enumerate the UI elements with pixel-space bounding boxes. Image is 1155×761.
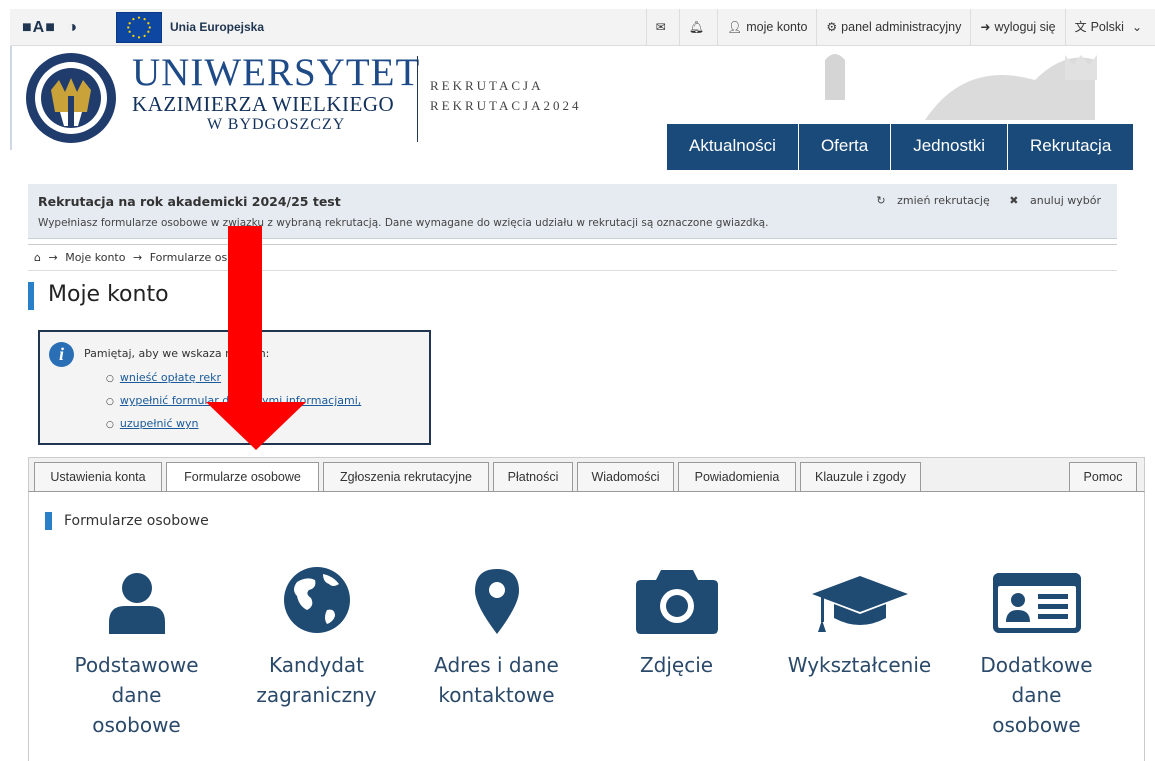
tile-label-line: dane xyxy=(1011,683,1062,707)
tile-education[interactable]: Wykształcenie xyxy=(772,552,947,680)
bell-icon: 🔔︎ xyxy=(688,20,705,34)
tab-applications[interactable]: Zgłoszenia rekrutacyjne xyxy=(323,462,489,492)
tile-address-contact[interactable]: Adres i dane kontaktowe xyxy=(409,552,584,710)
top-links: ✉ 🔔︎ 👤︎ moje konto ⚙ panel administracyjny… xyxy=(645,9,1155,46)
logout-icon: ➜ xyxy=(980,20,991,34)
admin-label: panel administracyjny xyxy=(841,20,962,34)
page-title: Moje konto xyxy=(28,282,169,310)
tab-account-settings[interactable]: Ustawienia konta xyxy=(34,462,162,492)
logout-link[interactable]: ➜ wyloguj się xyxy=(970,9,1064,46)
user-small-icon: 👤︎ xyxy=(727,20,743,34)
recruitment-heading: REKRUTACJA REKRUTACJA2024 xyxy=(430,76,581,116)
info-icon: i xyxy=(49,342,74,367)
tile-label-line: osobowe xyxy=(92,713,181,737)
refresh-icon: ↻ xyxy=(876,194,890,207)
tab-clauses[interactable]: Klauzule i zgody xyxy=(800,462,921,492)
language-select[interactable]: 文 Polski ⌄ xyxy=(1064,9,1155,46)
map-marker-icon xyxy=(474,569,519,634)
tab-personal-forms[interactable]: Formularze osobowe xyxy=(166,462,319,493)
decorative-crest-icon xyxy=(825,54,1097,120)
tile-foreign-candidate[interactable]: Kandydat zagraniczny xyxy=(229,552,404,710)
tile-additional-personal-data[interactable]: Dodatkowe dane osobowe xyxy=(949,552,1124,740)
accessibility-controls: ■A■ ◑ xyxy=(22,19,84,37)
contrast-toggle-icon[interactable]: ◑ xyxy=(67,19,78,36)
breadcrumb-arrow-icon: → xyxy=(48,251,58,264)
home-icon[interactable]: ⌂ xyxy=(34,251,41,264)
section-title: Formularze osobowe xyxy=(45,512,209,530)
close-icon: ✖ xyxy=(1009,194,1022,207)
tile-label-line: Zdjęcie xyxy=(639,653,714,677)
tile-label-line: osobowe xyxy=(992,713,1081,737)
account-link[interactable]: 👤︎ moje konto xyxy=(717,9,816,46)
annotation-arrow-icon xyxy=(206,226,306,450)
envelope-icon: ✉ xyxy=(655,20,666,34)
globe-icon xyxy=(283,567,350,633)
cancel-selection-label: anuluj wybór xyxy=(1029,194,1101,207)
nav-item-rekrutacja[interactable]: Rekrutacja xyxy=(1008,124,1135,170)
notice-link-results[interactable]: uzupełnić wyn xyxy=(120,417,199,430)
tile-label-line: Kandydat xyxy=(268,653,365,677)
font-size-control[interactable]: ■A■ xyxy=(22,19,56,36)
breadcrumb-item-account[interactable]: Moje konto xyxy=(65,251,125,264)
recruitment-info-box: Rekrutacja na rok akademicki 2024/25 tes… xyxy=(28,184,1117,239)
tile-basic-personal-data[interactable]: Podstawowe dane osobowe xyxy=(49,552,224,740)
tile-label-line: Dodatkowe xyxy=(980,653,1093,677)
tile-label-line: zagraniczny xyxy=(256,683,377,707)
forms-panel: Formularze osobowe Podstawowe dane osobo… xyxy=(28,491,1145,761)
breadcrumb: ⌂ → Moje konto → Formularze os xyxy=(28,244,1117,271)
messages-link[interactable]: ✉ xyxy=(645,9,679,46)
admin-panel-link[interactable]: ⚙ panel administracyjny xyxy=(816,9,970,46)
recruitment-description: Wypełniasz formularze osobowe w związku … xyxy=(38,217,769,229)
tile-label-line: Podstawowe xyxy=(74,653,199,677)
tab-payments[interactable]: Płatności xyxy=(493,462,573,492)
top-bar: ■A■ ◑ Unia Europejska ✉ 🔔︎ 👤︎ moje konto … xyxy=(10,9,1155,46)
main-navigation: Aktualności Oferta Jednostki Rekrutacja xyxy=(667,124,1135,170)
cancel-selection-link[interactable]: ✖ anuluj wybór xyxy=(1001,194,1101,207)
chevron-down-icon: ⌄ xyxy=(1131,20,1142,34)
breadcrumb-arrow-icon: → xyxy=(132,251,143,264)
tile-photo[interactable]: Zdjęcie xyxy=(589,552,764,680)
change-recruitment-link[interactable]: ↻ zmień rekrutację xyxy=(868,194,989,207)
language-icon: 文 xyxy=(1074,20,1087,34)
university-name: UNIWERSYTET KAZIMIERZA WIELKIEGO W BYDGO… xyxy=(132,51,421,134)
notifications-link[interactable]: 🔔︎ xyxy=(678,9,717,46)
tab-messages[interactable]: Wiadomości xyxy=(577,462,674,492)
tab-notifications[interactable]: Powiadomienia xyxy=(678,462,796,492)
header-divider xyxy=(417,56,418,142)
recruitment-heading-line2: REKRUTACJA2024 xyxy=(430,98,582,113)
university-name-line3: W BYDGOSZCZY xyxy=(206,116,346,133)
eu-flag-icon xyxy=(116,12,162,43)
graduation-cap-icon xyxy=(811,576,908,632)
university-name-line1: UNIWERSYTET xyxy=(132,51,421,94)
tile-label-line: dane xyxy=(111,683,162,707)
user-icon xyxy=(108,573,165,634)
recruitment-actions: ↻ zmień rekrutację ✖ anuluj wybór xyxy=(860,194,1101,207)
gear-icon: ⚙ xyxy=(826,20,838,34)
tile-label-line: Adres i dane xyxy=(434,653,559,677)
nav-item-jednostki[interactable]: Jednostki xyxy=(891,124,1009,170)
id-card-icon xyxy=(992,573,1081,633)
account-tabs: Ustawienia konta Formularze osobowe Zgło… xyxy=(28,457,1145,493)
recruitment-title: Rekrutacja na rok akademicki 2024/25 tes… xyxy=(38,194,341,209)
account-label: moje konto xyxy=(746,20,808,34)
logout-label: wyloguj się xyxy=(994,20,1056,34)
camera-icon xyxy=(635,570,718,634)
tab-help[interactable]: Pomoc xyxy=(1069,462,1137,492)
change-recruitment-label: zmień rekrutację xyxy=(897,194,990,207)
nav-item-oferta[interactable]: Oferta xyxy=(798,124,892,170)
recruitment-heading-line1: REKRUTACJA xyxy=(430,78,544,93)
eu-label: Unia Europejska xyxy=(170,20,265,34)
tile-label-line: kontaktowe xyxy=(438,683,555,707)
site-header: UNIWERSYTET KAZIMIERZA WIELKIEGO W BYDGO… xyxy=(10,46,1155,170)
university-logo-icon[interactable] xyxy=(22,50,120,146)
language-label: Polski xyxy=(1090,20,1124,34)
university-name-line2: KAZIMIERZA WIELKIEGO xyxy=(132,92,395,116)
nav-item-aktualnosci[interactable]: Aktualności xyxy=(667,124,799,170)
tile-label-line: Wykształcenie xyxy=(787,653,932,677)
